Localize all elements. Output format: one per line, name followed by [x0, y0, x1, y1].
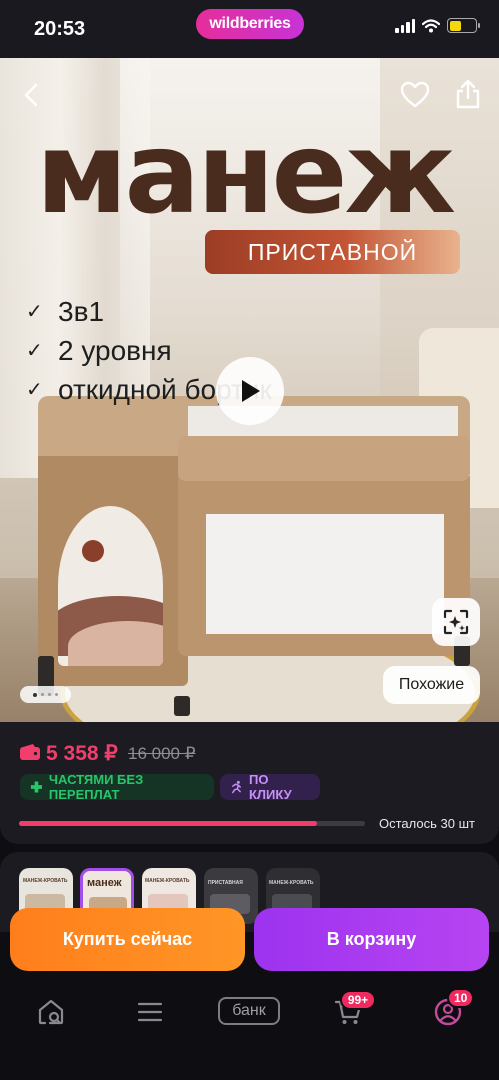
home-search-icon — [38, 999, 64, 1025]
chevron-left-icon[interactable] — [18, 81, 46, 109]
check-icon: ✓ — [26, 301, 43, 323]
running-person-icon — [232, 780, 241, 794]
wallet-icon — [20, 744, 40, 760]
buy-now-button[interactable]: Купить сейчас — [10, 908, 245, 971]
check-icon: ✓ — [26, 379, 43, 401]
ai-search-button[interactable] — [432, 598, 480, 646]
status-bar: 20:53 wildberries — [0, 0, 499, 58]
play-video-button[interactable] — [216, 357, 284, 425]
menu-icon — [137, 1002, 163, 1022]
pagination-dot — [48, 693, 51, 696]
bottom-navigation: банк 99+ 10 — [0, 976, 499, 1080]
wifi-icon — [422, 18, 440, 32]
profile-badge: 10 — [447, 988, 475, 1008]
play-icon — [242, 380, 260, 402]
status-time: 20:53 — [34, 18, 86, 40]
stock-progress-bar — [19, 821, 365, 826]
gallery-pagination[interactable] — [20, 686, 71, 703]
pagination-dot — [33, 692, 37, 697]
one-click-tag[interactable]: ПО КЛИКУ — [220, 772, 320, 802]
status-icons — [395, 18, 480, 33]
price-card: 5 358 ₽ 16 000 ₽ ЧАСТЯМИ БЕЗ ПЕРЕПЛАТ ПО… — [0, 722, 499, 844]
hero-badge: ПРИСТАВНОЙ — [205, 230, 460, 274]
battery-icon — [447, 18, 480, 33]
nav-catalog[interactable] — [130, 992, 170, 1032]
pagination-dot — [55, 693, 58, 696]
wildberries-logo[interactable]: wildberries — [196, 9, 304, 39]
heart-icon[interactable] — [400, 80, 430, 110]
pagination-dot — [41, 693, 44, 696]
feature-item: ✓ 3в1 — [26, 295, 105, 327]
old-price: 16 000 ₽ — [128, 744, 196, 763]
nav-home[interactable] — [31, 992, 71, 1032]
installment-tag[interactable]: ЧАСТЯМИ БЕЗ ПЕРЕПЛАТ — [20, 772, 214, 802]
current-price: 5 358 ₽ — [46, 742, 118, 765]
similar-products-button[interactable]: Похожие — [383, 666, 480, 704]
share-icon[interactable] — [454, 78, 482, 110]
plus-icon — [30, 781, 42, 793]
product-photo-crib — [38, 396, 470, 716]
cellular-signal-icon — [395, 18, 415, 33]
cart-badge: 99+ — [340, 990, 376, 1010]
check-icon: ✓ — [26, 340, 43, 362]
hero-title: манеж — [36, 109, 456, 239]
stock-progress-fill — [19, 821, 317, 826]
add-to-cart-button[interactable]: В корзину — [254, 908, 489, 971]
stock-remaining: Осталось 30 шт — [379, 816, 475, 831]
nav-bank[interactable]: банк — [218, 997, 280, 1025]
ai-sparkle-search-icon — [443, 609, 469, 635]
